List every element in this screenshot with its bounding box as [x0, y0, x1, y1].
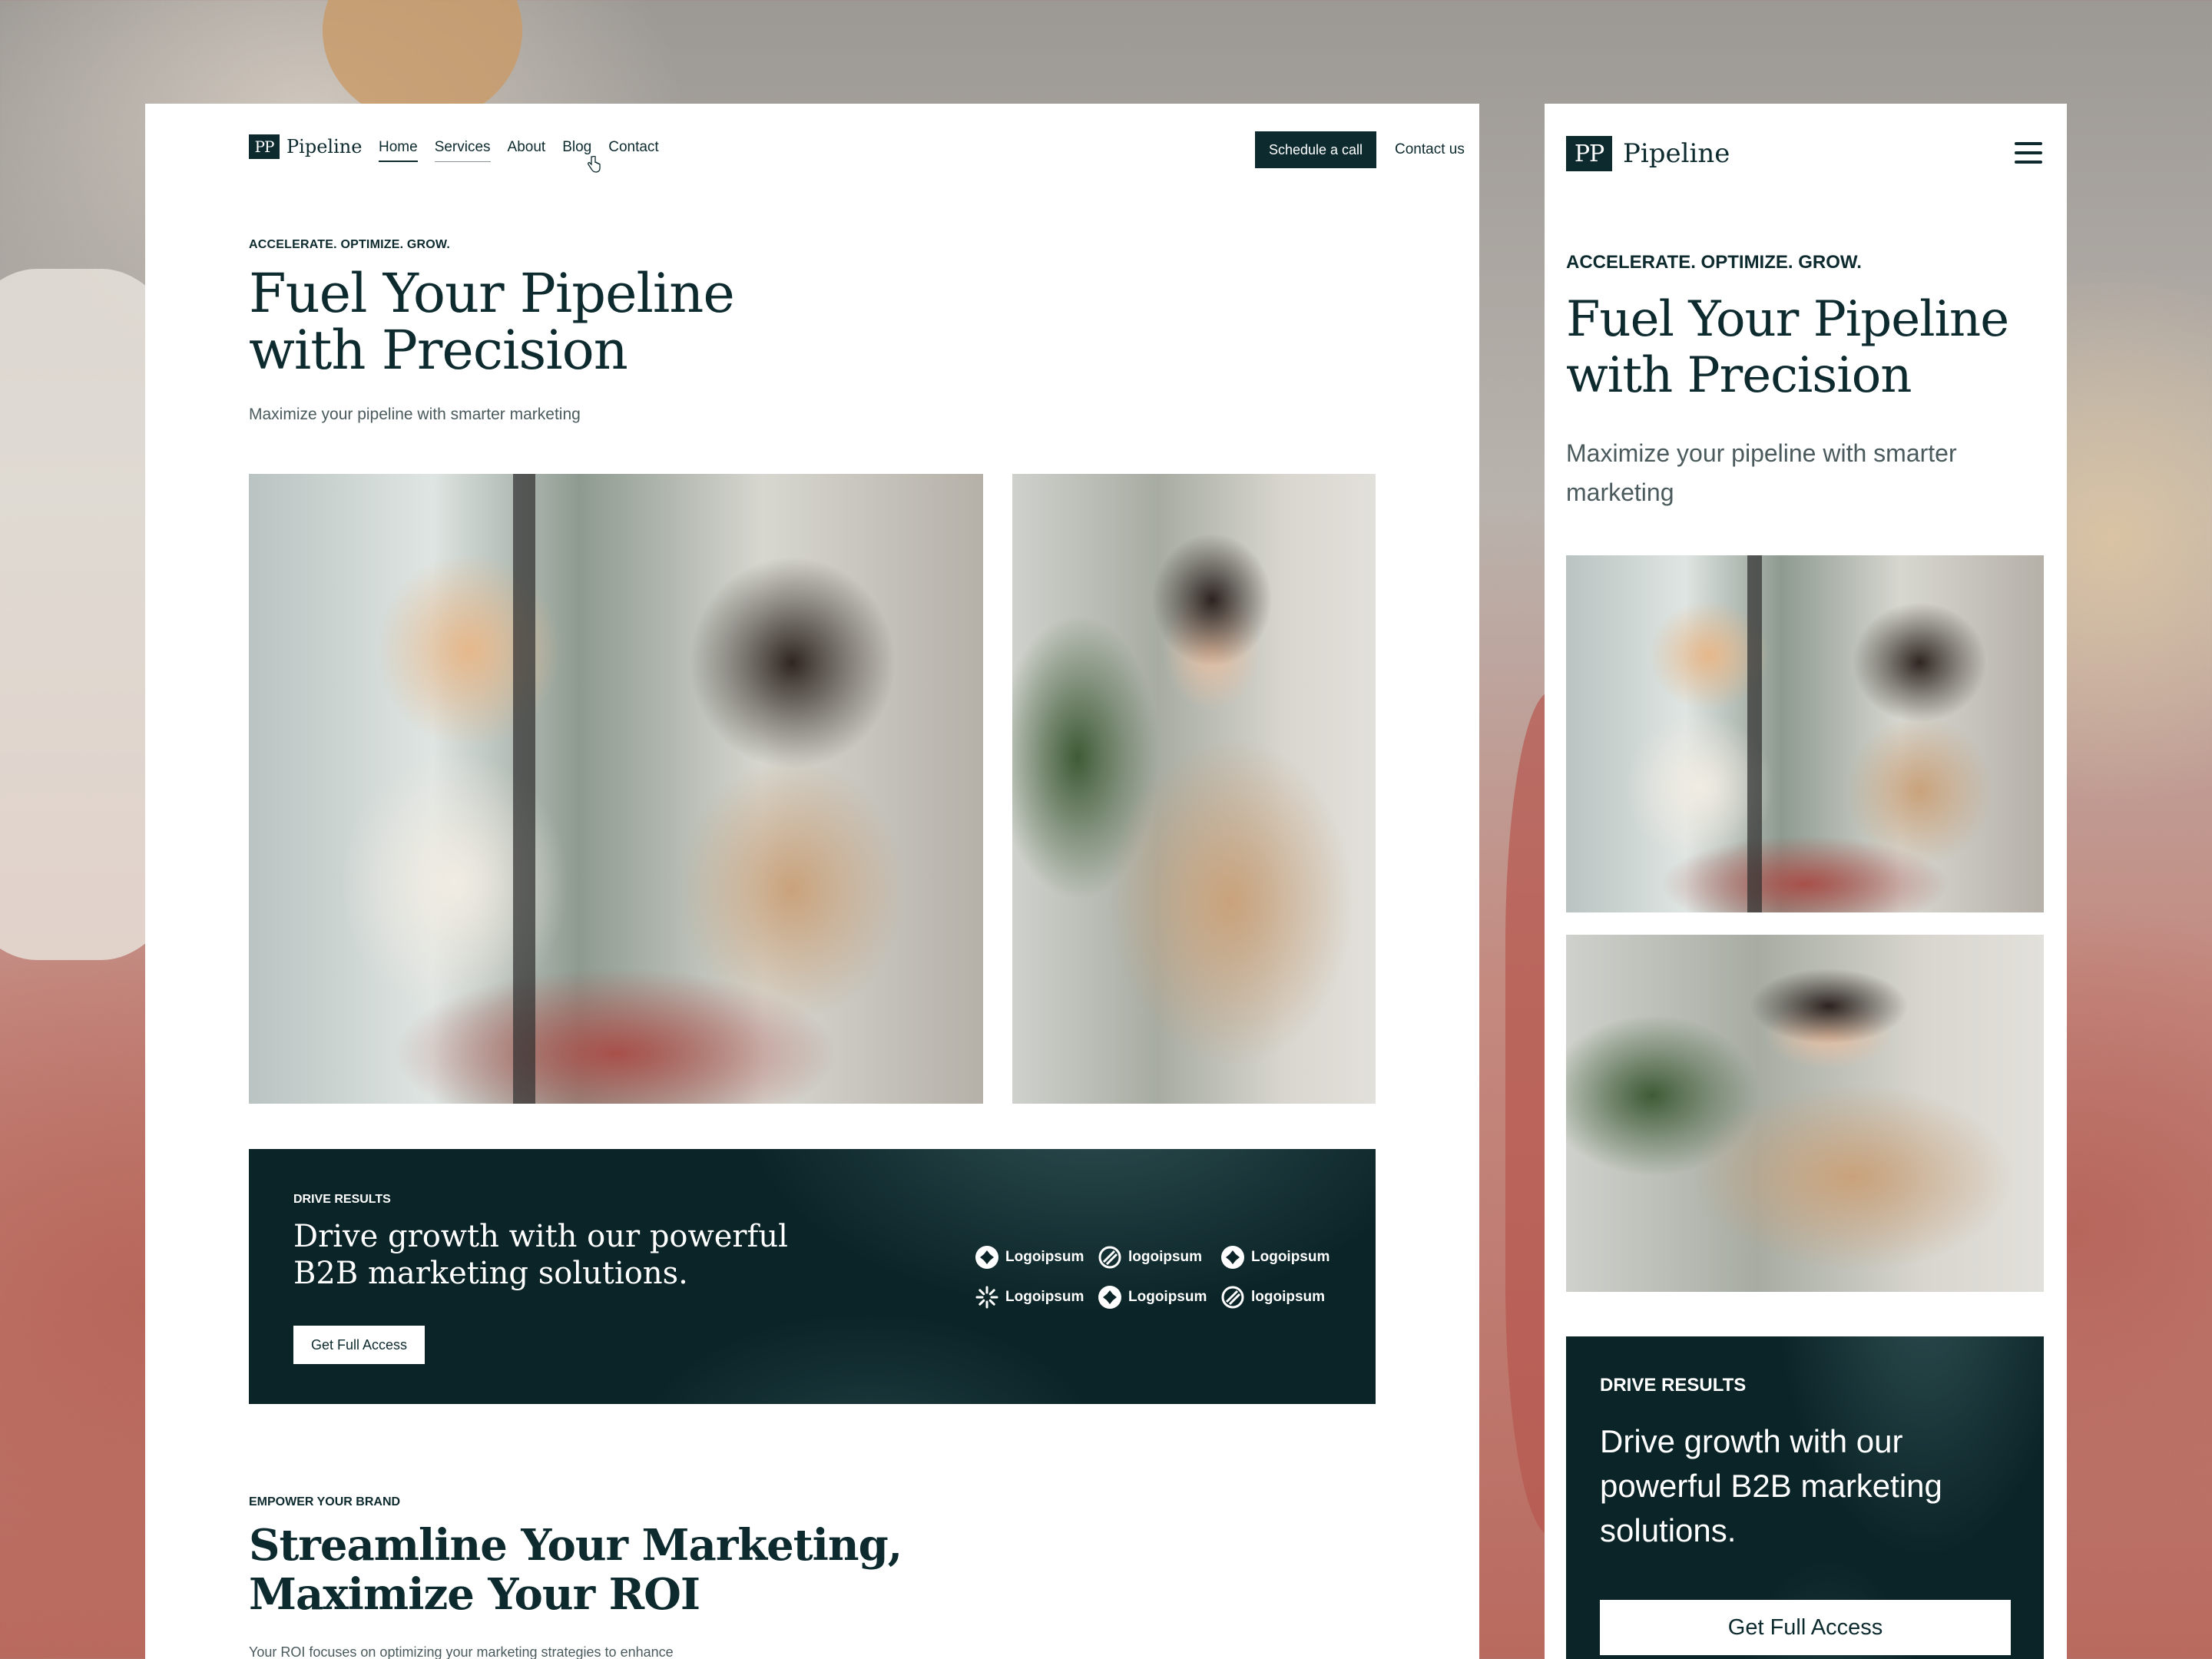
hero-photo-portrait [1566, 935, 2044, 1292]
hamburger-icon[interactable] [2015, 142, 2042, 165]
hero-eyebrow: ACCELERATE. OPTIMIZE. GROW. [1566, 252, 1862, 273]
contact-us-link[interactable]: Contact us [1395, 141, 1465, 158]
partner-logo-name: Logoipsum [1005, 1249, 1084, 1265]
cta-banner: DRIVE RESULTS Drive growth with our powe… [249, 1149, 1376, 1404]
banner-title-line: Drive growth with our powerful [293, 1219, 788, 1254]
hero-photo-meeting [1566, 555, 2044, 912]
logo-mark: PP [1566, 136, 1612, 171]
hero-photo-portrait [1012, 474, 1376, 1104]
hero-title: Fuel Your Pipeline with Precision [249, 265, 940, 379]
get-full-access-button[interactable]: Get Full Access [293, 1326, 425, 1364]
section-title: Streamline Your Marketing, Maximize Your… [249, 1521, 940, 1619]
partner-logo-name: logoipsum [1128, 1249, 1203, 1265]
photo-window-frame [513, 474, 535, 1104]
hero-title: Fuel Your Pipeline with Precision [1566, 292, 2042, 404]
partner-logo: logoipsum [1098, 1245, 1220, 1270]
partner-logo-name: Logoipsum [1251, 1249, 1330, 1265]
nav-link-about[interactable]: About [508, 139, 546, 162]
desktop-preview: PP Pipeline Home Services About Blog Con… [145, 104, 1479, 1659]
partner-logo: Logoipsum [975, 1285, 1098, 1310]
nav-link-contact[interactable]: Contact [608, 139, 658, 162]
hero-subtitle: Maximize your pipeline with smarter mark… [249, 406, 581, 423]
banner-title: Drive growth with our powerful B2B marke… [293, 1218, 831, 1292]
navbar: PP Pipeline Home Services About Blog Con… [249, 125, 1465, 173]
logo-mark: PP [249, 134, 280, 159]
hero-eyebrow: ACCELERATE. OPTIMIZE. GROW. [249, 238, 450, 251]
section-title-line: Maximize Your ROI [249, 1569, 700, 1620]
section-eyebrow: EMPOWER YOUR BRAND [249, 1495, 401, 1508]
partner-logo-name: logoipsum [1251, 1289, 1326, 1305]
photo-window-frame [1747, 555, 1763, 912]
hero-photo-meeting [249, 474, 983, 1104]
diamond-cross-icon [1098, 1286, 1121, 1309]
partner-logos: Logoipsum logoipsum Logoipsum Logoipsum … [975, 1245, 1343, 1310]
logo-text: Pipeline [286, 136, 363, 157]
diamond-cross-icon [975, 1246, 998, 1269]
banner-eyebrow: DRIVE RESULTS [293, 1193, 391, 1206]
diamond-cross-icon [1221, 1246, 1244, 1269]
section-title-line: Streamline Your Marketing, [249, 1520, 902, 1571]
hero-title-line: Fuel Your Pipeline [1566, 291, 2009, 348]
schedule-call-button[interactable]: Schedule a call [1255, 131, 1376, 168]
partner-logo: logoipsum [1220, 1285, 1343, 1310]
partner-logo-name: Logoipsum [1005, 1289, 1084, 1305]
partner-logo: Logoipsum [1098, 1285, 1220, 1310]
partner-logo: Logoipsum [975, 1245, 1098, 1270]
banner-title: Drive growth with our powerful B2B marke… [1600, 1423, 1942, 1548]
mobile-preview: PP Pipeline ACCELERATE. OPTIMIZE. GROW. … [1545, 104, 2067, 1659]
nav-links: Home Services About Blog Contact [379, 139, 659, 162]
slashed-circle-icon [1221, 1286, 1244, 1309]
banner-eyebrow: DRIVE RESULTS [1600, 1375, 1747, 1396]
logo[interactable]: PP Pipeline [249, 134, 362, 159]
partner-logo-name: Logoipsum [1128, 1289, 1207, 1305]
get-full-access-button[interactable]: Get Full Access [1600, 1600, 2011, 1655]
logo-text: Pipeline [1623, 138, 1730, 169]
nav-link-services[interactable]: Services [434, 139, 491, 162]
cta-banner: DRIVE RESULTS Drive growth with our powe… [1566, 1336, 2044, 1659]
nav-link-home[interactable]: Home [379, 139, 418, 162]
banner-title-line: B2B marketing solutions. [293, 1256, 688, 1291]
hand-pointer-icon [588, 156, 601, 173]
hero-title-line: with Precision [249, 319, 628, 382]
hero-title-line: with Precision [1566, 347, 1912, 404]
section-body: Your ROI focuses on optimizing your mark… [249, 1644, 674, 1659]
hero-subtitle: Maximize your pipeline with smarter mark… [1566, 439, 1957, 506]
slashed-circle-icon [1098, 1246, 1121, 1269]
logo[interactable]: PP Pipeline [1566, 136, 1730, 171]
hero-title-line: Fuel Your Pipeline [249, 262, 735, 325]
sunburst-icon [975, 1286, 998, 1309]
partner-logo: Logoipsum [1220, 1245, 1343, 1270]
